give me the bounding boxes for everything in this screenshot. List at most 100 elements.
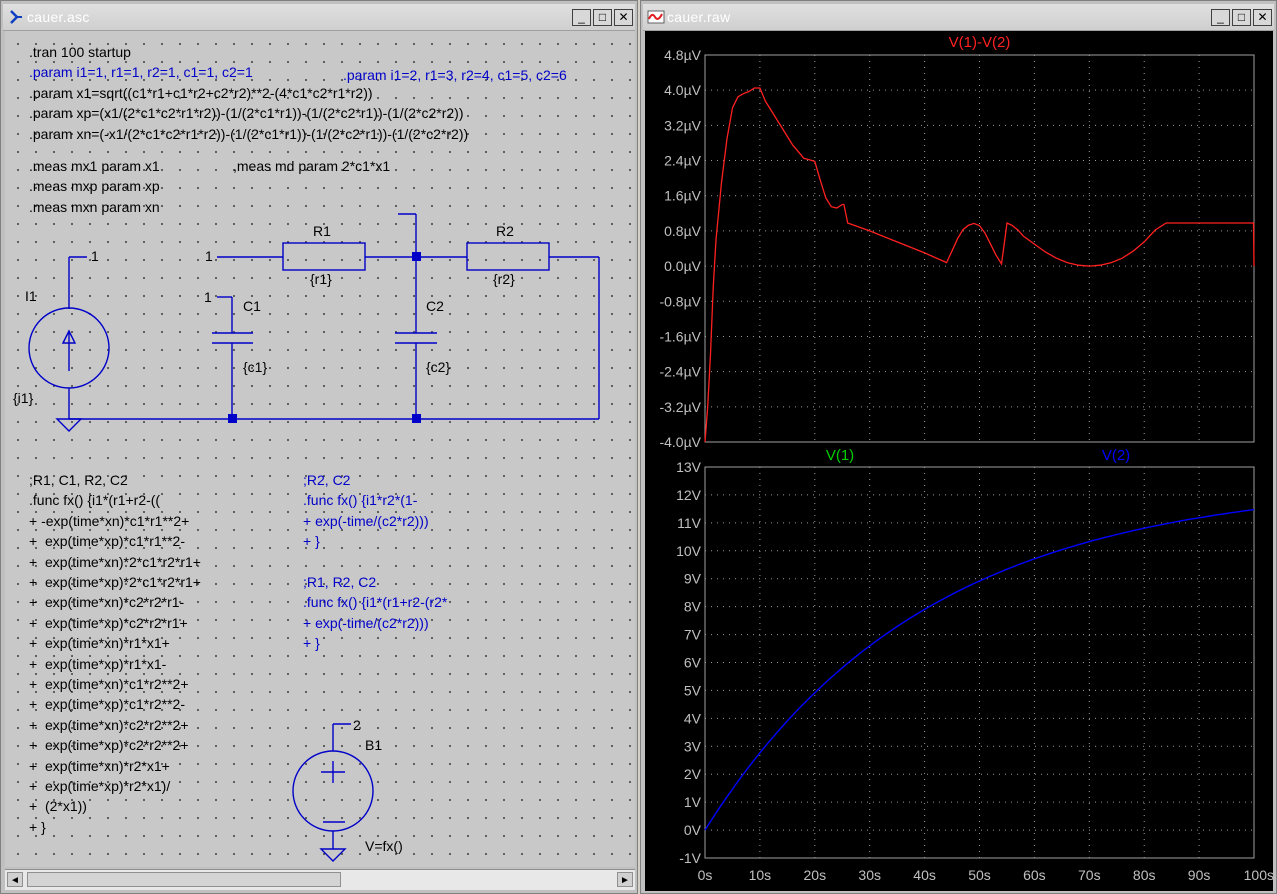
func-line[interactable]: + }	[303, 533, 320, 549]
x-tick-label: 50s	[968, 867, 991, 883]
close-button[interactable]: ✕	[614, 9, 633, 26]
horizontal-scrollbar[interactable]: ◄ ►	[5, 869, 635, 890]
x-tick-label: 30s	[858, 867, 881, 883]
func-line[interactable]: + }	[303, 635, 320, 651]
y-tick-label: 5V	[684, 682, 702, 698]
r1-value[interactable]: {r1}	[310, 271, 332, 287]
func-line[interactable]: + exp(time*xn)*2*c1*r2*r1+	[29, 554, 201, 570]
waveform-window-title: cauer.raw	[667, 9, 731, 25]
y-tick-label: 3.2µV	[664, 117, 702, 133]
c2-value[interactable]: {c2}	[426, 359, 450, 375]
b1-name[interactable]: B1	[365, 737, 382, 753]
i1-name[interactable]: I1	[25, 288, 37, 304]
func-line[interactable]: ;R1, C1, R2, C2	[29, 472, 128, 488]
waveform-titlebar[interactable]: cauer.raw _ □ ✕	[643, 4, 1274, 31]
func-line[interactable]: + exp(time*xp)*c2*r2**2+	[29, 737, 189, 753]
func-line[interactable]: + exp(time*xn)*c1*r2**2+	[29, 676, 189, 692]
legend-entry: V(1)	[826, 447, 854, 464]
y-tick-label: 0V	[684, 822, 702, 838]
y-tick-label: 1V	[684, 794, 702, 810]
func-line[interactable]: + exp(time*xp)*c1*r1**2-	[29, 533, 185, 549]
legend-entry: V(2)	[1102, 447, 1130, 464]
r2-value[interactable]: {r2}	[493, 271, 515, 287]
maximize-button[interactable]: □	[593, 9, 612, 26]
scrollbar-thumb[interactable]	[27, 872, 341, 887]
x-tick-label: 10s	[749, 867, 772, 883]
schematic-titlebar[interactable]: cauer.asc _ □ ✕	[3, 4, 635, 31]
c2-name[interactable]: C2	[426, 298, 444, 314]
y-tick-label: 7V	[684, 627, 702, 643]
y-tick-label: 4V	[684, 710, 702, 726]
x-tick-label: 40s	[913, 867, 936, 883]
func-line[interactable]: ;R1, R2, C2	[303, 574, 376, 590]
schematic-canvas[interactable]: .tran 100 startup .param i1=1, r1=1, r2=1…	[5, 31, 635, 867]
waveform-plots[interactable]: 4.8µV 4.0µV 3.2µV 2.4µV 1.6µV 0.8µV 0.0µV -0.8µ…	[645, 31, 1273, 891]
func-line[interactable]: + exp(time*xn)*c2*r2**2+	[29, 717, 189, 733]
func-line[interactable]: + exp(-time/(c2*r2)))	[303, 615, 429, 631]
schematic-window-title: cauer.asc	[27, 9, 90, 25]
func-line[interactable]: + }	[29, 819, 46, 835]
func-line[interactable]: + (2*x1))	[29, 798, 87, 814]
schematic-window[interactable]: cauer.asc _ □ ✕ .tran 100 startup .param …	[0, 0, 638, 894]
y-tick-label: -4.0µV	[659, 434, 701, 450]
y-tick-label: -3.2µV	[659, 399, 701, 415]
plot-frame	[704, 466, 1255, 859]
x-tick-label: 70s	[1078, 867, 1101, 883]
minimize-button[interactable]: _	[572, 9, 591, 26]
func-line[interactable]: + exp(time*xn)*r2*x1+	[29, 758, 170, 774]
y-tick-label: 2.4µV	[664, 153, 702, 169]
waveform-app-icon	[647, 10, 665, 24]
func-line[interactable]: + -exp(time*xn)*c1*r1**2+	[29, 513, 189, 529]
x-tick-label: 80s	[1133, 867, 1156, 883]
y-tick-label: 0.8µV	[664, 223, 702, 239]
func-line[interactable]: + exp(time*xn)*r1*x1+	[29, 635, 170, 651]
y-tick-label: -0.8µV	[659, 293, 701, 309]
y-tick-label: 4.8µV	[664, 47, 702, 63]
x-tick-label: 90s	[1188, 867, 1211, 883]
y-tick-label: 11V	[677, 515, 702, 531]
minimize-button[interactable]: _	[1211, 9, 1230, 26]
y-tick-label: 4.0µV	[664, 82, 702, 98]
r1-net-label: 1	[205, 248, 213, 264]
func-line[interactable]: + exp(time*xp)*2*c1*r2*r1+	[29, 574, 201, 590]
waveform-window[interactable]: cauer.raw _ □ ✕ 4.8µV 4.0µV 3.2µV 2.4µV 1.6µ…	[640, 0, 1277, 894]
func-line[interactable]: + exp(-time/(c2*r2)))	[303, 513, 429, 529]
plot-frame	[704, 54, 1255, 443]
y-tick-label: 13V	[676, 459, 702, 475]
r1-name[interactable]: R1	[313, 223, 331, 239]
func-line[interactable]: ;R2, C2	[303, 472, 350, 488]
func-line[interactable]: + exp(time*xp)*c2*r2*r1+	[29, 615, 188, 631]
c1-name[interactable]: C1	[243, 298, 261, 314]
y-tick-label: 1.6µV	[664, 188, 702, 204]
func-line[interactable]: .func fx() {i1*(r1+r2-((	[29, 492, 160, 508]
func-line[interactable]: + exp(time*xn)*c2*r2*r1-	[29, 594, 184, 610]
close-button[interactable]: ✕	[1253, 9, 1272, 26]
pane1-title: V(1)-V(2)	[949, 34, 1011, 51]
schematic-app-icon	[10, 10, 22, 24]
waveform-plot-area[interactable]: 4.8µV 4.0µV 3.2µV 2.4µV 1.6µV 0.8µV 0.0µV -0.8µ…	[645, 31, 1273, 891]
y-tick-label: -2.4µV	[659, 364, 701, 380]
i1-net-label: 1	[91, 248, 99, 264]
func-line[interactable]: + exp(time*xp)*c1*r2**2-	[29, 696, 185, 712]
y-tick-label: 3V	[684, 738, 702, 754]
func-line[interactable]: .func fx() {i1*(r1+r2-(r2*	[303, 594, 447, 610]
i1-value[interactable]: {i1}	[13, 390, 33, 406]
b1-value[interactable]: V=fx()	[365, 838, 403, 854]
y-tick-label: 12V	[676, 487, 702, 503]
r2-name[interactable]: R2	[496, 223, 514, 239]
c1-value[interactable]: {c1}	[243, 359, 267, 375]
y-tick-label: 2V	[684, 766, 702, 782]
func-line[interactable]: + exp(time*xp)*r1*x1-	[29, 656, 166, 672]
y-tick-label: -1.6µV	[659, 328, 701, 344]
scroll-right-arrow-icon[interactable]: ►	[617, 872, 633, 887]
scroll-left-arrow-icon[interactable]: ◄	[7, 872, 23, 887]
x-tick-label: 20s	[804, 867, 827, 883]
func-line[interactable]: + exp(time*xp)*r2*x1)/	[29, 778, 170, 794]
c1-net-label: 1	[204, 289, 212, 305]
y-tick-label: 6V	[684, 655, 702, 671]
x-tick-label: 60s	[1023, 867, 1046, 883]
maximize-button[interactable]: □	[1232, 9, 1251, 26]
y-tick-label: 8V	[684, 599, 702, 615]
y-tick-label: 10V	[676, 543, 702, 559]
func-line[interactable]: .func fx() {i1*r2*(1-	[303, 492, 417, 508]
